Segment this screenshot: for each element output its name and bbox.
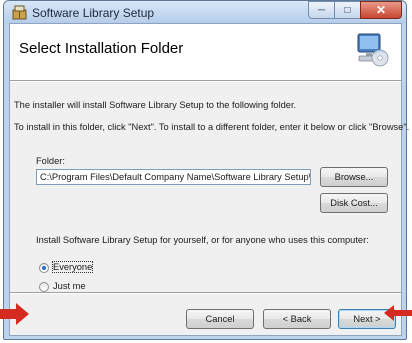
window-title: Software Library Setup xyxy=(32,6,155,20)
back-button[interactable]: < Back xyxy=(263,309,331,329)
just-me-option-label[interactable]: Just me xyxy=(53,281,86,291)
cancel-button[interactable]: Cancel xyxy=(186,309,254,329)
disk-cost-button[interactable]: Disk Cost... xyxy=(320,193,388,213)
banner-divider xyxy=(10,81,401,82)
minimize-button[interactable]: ─ xyxy=(308,1,334,19)
just-me-radio[interactable] xyxy=(39,282,49,292)
intro-text-2: To install in this folder, click "Next".… xyxy=(14,122,410,132)
browse-button[interactable]: Browse... xyxy=(320,167,388,187)
folder-path-input[interactable]: C:\Program Files\Default Company Name\So… xyxy=(36,169,311,185)
right-annotation-arrow-icon xyxy=(384,305,412,321)
close-button[interactable]: ✕ xyxy=(360,1,402,19)
radio-selected-dot xyxy=(42,266,46,270)
footer-divider-highlight xyxy=(10,293,401,294)
maximize-button[interactable]: □ xyxy=(334,1,360,19)
maximize-icon: □ xyxy=(344,4,351,16)
close-icon: ✕ xyxy=(375,3,387,17)
page-title: Select Installation Folder xyxy=(19,40,184,57)
installer-app-icon xyxy=(12,5,27,20)
header-banner: Select Installation Folder xyxy=(10,24,401,81)
computer-disc-icon xyxy=(357,33,389,67)
window-controls: ─ □ ✕ xyxy=(308,1,402,19)
install-scope-prompt: Install Software Library Setup for yours… xyxy=(36,235,369,245)
intro-text-1: The installer will install Software Libr… xyxy=(14,100,297,110)
left-annotation-arrow-icon xyxy=(0,303,29,325)
setup-window: Software Library Setup ─ □ ✕ Select Inst… xyxy=(3,0,409,340)
folder-label: Folder: xyxy=(36,156,65,166)
everyone-option-label[interactable]: Everyone xyxy=(51,261,94,273)
dialog-client-area: Select Installation Folder The installer… xyxy=(9,23,409,336)
minimize-icon: ─ xyxy=(317,4,326,16)
title-bar[interactable]: Software Library Setup ─ □ ✕ xyxy=(4,1,406,23)
everyone-radio[interactable] xyxy=(39,263,49,273)
